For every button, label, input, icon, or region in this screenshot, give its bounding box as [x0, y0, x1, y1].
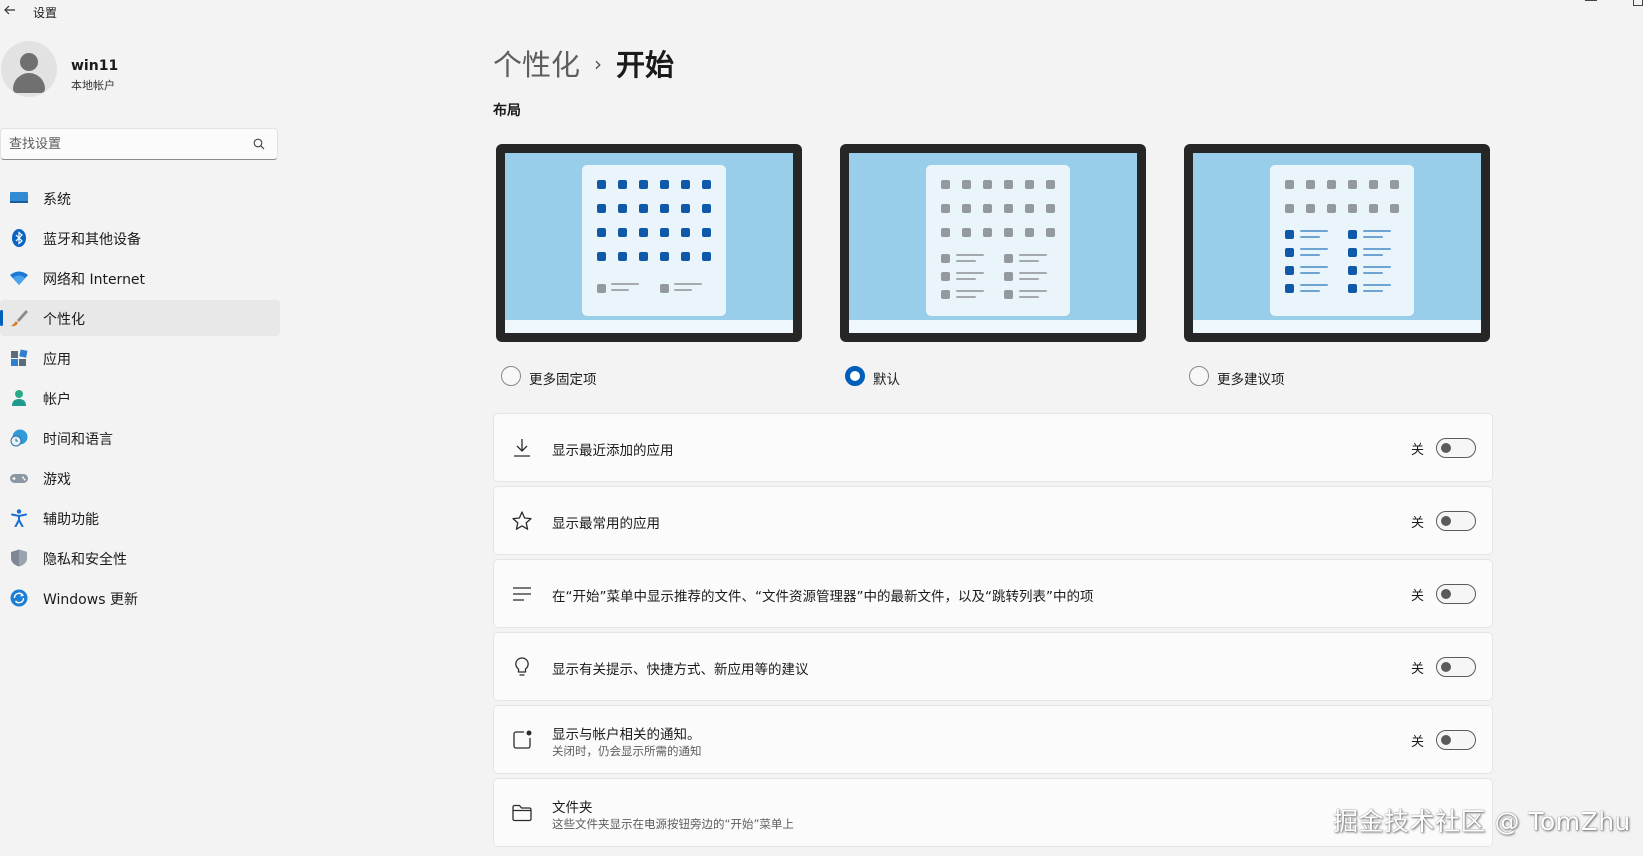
minimize-button[interactable] [1585, 0, 1597, 1]
sidebar-item-gaming[interactable]: 游戏 [0, 460, 280, 496]
list-icon [513, 587, 531, 601]
sidebar-item-time-language[interactable]: 时间和语言 [0, 420, 280, 456]
sidebar-item-windows-update[interactable]: Windows 更新 [0, 580, 280, 616]
setting-title: 显示有关提示、快捷方式、新应用等的建议 [552, 662, 809, 678]
setting-description: 这些文件夹显示在电源按钮旁边的“开始”菜单上 [552, 817, 794, 831]
start-menu-preview [1270, 165, 1414, 316]
start-menu-preview [582, 165, 726, 316]
setting-account-notifications: 显示与帐户相关的通知。 关闭时，仍会显示所需的通知 关 [493, 705, 1493, 774]
breadcrumb: 个性化 › 开始 [493, 42, 674, 82]
setting-most-used-apps: 显示最常用的应用 关 [493, 486, 1493, 555]
gamepad-icon [10, 474, 28, 483]
app-title: 设置 [33, 6, 58, 20]
maximize-button[interactable] [1633, 0, 1643, 6]
sidebar-item-personalization[interactable]: 个性化 [0, 300, 280, 336]
sidebar-item-accounts[interactable]: 帐户 [0, 380, 280, 416]
sidebar-item-apps[interactable]: 应用 [0, 340, 280, 376]
toggle-switch[interactable] [1436, 584, 1476, 604]
download-icon [514, 439, 530, 457]
sidebar-item-network[interactable]: 网络和 Internet [0, 260, 280, 296]
breadcrumb-parent[interactable]: 个性化 [493, 48, 580, 82]
account-type: 本地帐户 [71, 79, 115, 92]
sidebar-item-privacy[interactable]: 隐私和安全性 [0, 540, 280, 576]
setting-description: 关闭时，仍会显示所需的通知 [552, 744, 702, 758]
avatar[interactable] [1, 41, 57, 97]
layout-preview-default[interactable] [840, 144, 1146, 342]
toggle-state: 关 [1410, 589, 1424, 604]
setting-recommended-files: 在“开始”菜单中显示推荐的文件、“文件资源管理器”中的最新文件，以及“跳转列表”… [493, 559, 1493, 628]
sidebar-item-accessibility[interactable]: 辅助功能 [0, 500, 280, 536]
active-indicator [0, 310, 3, 326]
toggle-switch[interactable] [1436, 657, 1476, 677]
toggle-state: 关 [1410, 735, 1424, 750]
layout-preview-more-pins[interactable] [496, 144, 802, 342]
toggle-switch[interactable] [1436, 511, 1476, 531]
toggle-switch[interactable] [1436, 438, 1476, 458]
start-menu-preview [926, 165, 1070, 316]
search-icon[interactable] [253, 138, 265, 150]
sidebar-item-system[interactable]: 系统 [0, 180, 280, 216]
bluetooth-icon [12, 229, 26, 247]
display-icon [10, 192, 28, 203]
radio-button-selected[interactable] [845, 366, 865, 386]
user-name: win11 [71, 58, 119, 74]
toggle-state: 关 [1410, 516, 1424, 531]
page-title: 开始 [616, 48, 675, 82]
folder-icon [512, 804, 532, 822]
radio-button[interactable] [1189, 366, 1209, 386]
toggle-state: 关 [1410, 662, 1424, 677]
setting-tips-suggestions: 显示有关提示、快捷方式、新应用等的建议 关 [493, 632, 1493, 701]
globe-clock-icon [10, 429, 28, 447]
section-title: 布局 [493, 103, 521, 119]
setting-recently-added-apps: 显示最近添加的应用 关 [493, 413, 1493, 482]
radio-button[interactable] [501, 366, 521, 386]
layout-preview-more-recommendations[interactable] [1184, 144, 1490, 342]
setting-title: 显示最常用的应用 [552, 516, 660, 532]
shield-icon [11, 549, 27, 567]
toggle-switch[interactable] [1436, 730, 1476, 750]
wifi-icon [10, 271, 28, 285]
setting-title: 文件夹 [552, 800, 593, 816]
back-arrow-icon[interactable] [2, 2, 18, 18]
chevron-right-icon: › [594, 52, 603, 76]
search-input[interactable] [9, 134, 239, 154]
accessibility-icon [11, 509, 27, 527]
setting-title: 显示与帐户相关的通知。 [552, 727, 701, 743]
person-icon [12, 390, 26, 406]
update-icon [10, 589, 28, 607]
apps-icon [11, 349, 28, 366]
setting-title: 在“开始”菜单中显示推荐的文件、“文件资源管理器”中的最新文件，以及“跳转列表”… [552, 589, 1094, 605]
notification-icon [513, 730, 532, 749]
title-bar: 设置 [0, 0, 1643, 24]
sidebar-item-bluetooth[interactable]: 蓝牙和其他设备 [0, 220, 280, 256]
watermark: 掘金技术社区 @ TomZhu [1333, 807, 1631, 836]
setting-title: 显示最近添加的应用 [552, 443, 674, 459]
paintbrush-icon [11, 310, 28, 327]
search-box[interactable] [0, 128, 278, 160]
star-icon [512, 511, 532, 530]
toggle-state: 关 [1410, 443, 1424, 458]
lightbulb-icon [515, 657, 529, 676]
